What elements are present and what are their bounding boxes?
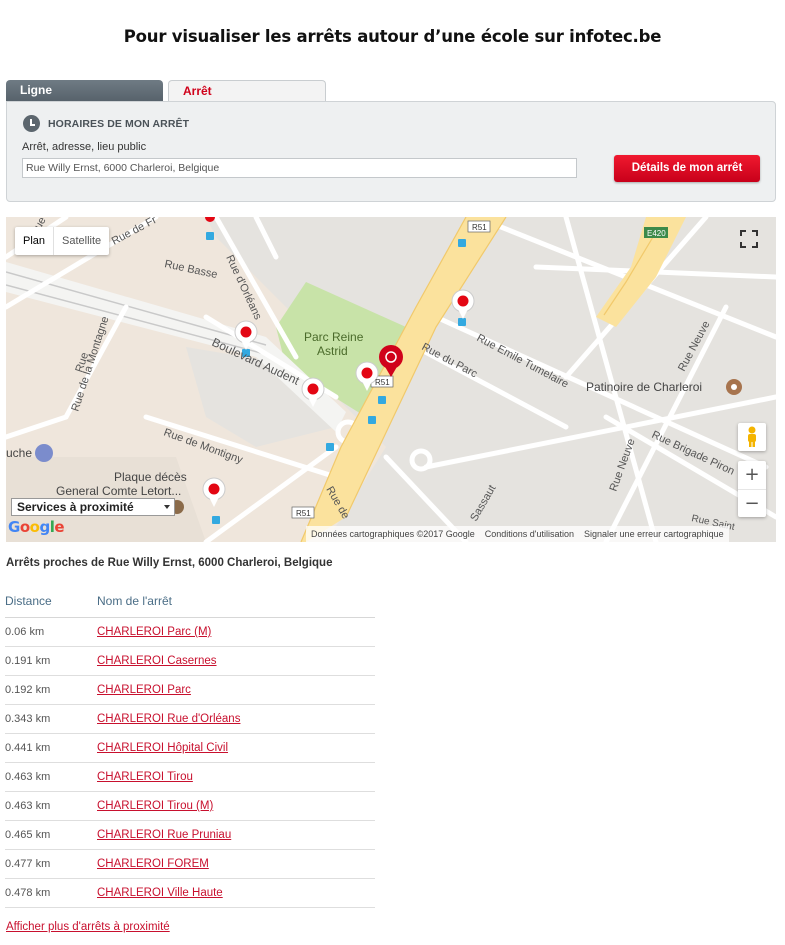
stop-distance: 0.465 km: [5, 829, 51, 841]
road-shield-label: R51: [296, 509, 311, 518]
stop-distance: 0.192 km: [5, 684, 51, 696]
stop-details-button[interactable]: Détails de mon arrêt: [614, 155, 760, 182]
zoom-control: + −: [738, 461, 766, 517]
stop-distance: 0.463 km: [5, 800, 51, 812]
distance-column-header: Distance: [5, 594, 52, 608]
map-label: uche: [6, 446, 32, 460]
nearby-stops-table: Distance Nom de l'arrêt 0.06 km CHARLEROI…: [5, 588, 375, 908]
stop-link[interactable]: CHARLEROI Tirou: [97, 771, 193, 783]
clock-icon: [23, 115, 40, 132]
map-type-control: Plan Satellite: [15, 227, 110, 255]
show-more-stops-link[interactable]: Afficher plus d'arrêts à proximité: [6, 921, 170, 933]
stop-distance: 0.477 km: [5, 858, 51, 870]
table-row: 0.477 km CHARLEROI FOREM: [5, 850, 375, 879]
fullscreen-icon: [740, 230, 758, 248]
page-headline: Pour visualiser les arrêts autour d’une …: [123, 27, 662, 46]
table-row: 0.441 km CHARLEROI Hôpital Civil: [5, 734, 375, 763]
road-shield-label: E420: [647, 229, 666, 238]
stop-link[interactable]: CHARLEROI Ville Haute: [97, 887, 223, 899]
stop-distance: 0.06 km: [5, 626, 45, 638]
road-shield-label: R51: [472, 223, 487, 232]
stop-field-label: Arrêt, adresse, lieu public: [22, 141, 147, 153]
map-label: Rue Emile Tumelaire: [475, 332, 571, 391]
table-row: 0.465 km CHARLEROI Rue Pruniau: [5, 821, 375, 850]
table-header: Distance Nom de l'arrêt: [5, 588, 375, 618]
map-label: Patinoire de Charleroi: [586, 380, 702, 394]
street-view-pegman-button[interactable]: [738, 423, 766, 451]
stop-search-panel: HORAIRES DE MON ARRÊT Arrêt, adresse, li…: [6, 101, 776, 202]
map-label: General Comte Letort...: [56, 484, 181, 498]
stop-link[interactable]: CHARLEROI Hôpital Civil: [97, 742, 228, 754]
panel-title: HORAIRES DE MON ARRÊT: [48, 118, 190, 130]
map-label: Sassaut: [468, 483, 498, 523]
services-dropdown-value: Services à proximité: [17, 500, 134, 514]
table-row: 0.06 km CHARLEROI Parc (M): [5, 618, 375, 647]
map-view[interactable]: Parc Reine Astrid Patinoire de Charleroi…: [6, 217, 776, 542]
stop-link[interactable]: CHARLEROI Parc (M): [97, 626, 211, 638]
zoom-in-button[interactable]: +: [738, 461, 766, 490]
tab-arret[interactable]: Arrêt: [168, 80, 326, 103]
map-label: Rue du Parc: [420, 341, 480, 381]
stop-distance: 0.478 km: [5, 887, 51, 899]
stop-link[interactable]: CHARLEROI Casernes: [97, 655, 217, 667]
report-error-link[interactable]: Signaler une erreur cartographique: [579, 526, 729, 542]
tab-ligne[interactable]: Ligne: [6, 80, 163, 102]
google-logo: Google: [8, 518, 65, 536]
table-row: 0.478 km CHARLEROI Ville Haute: [5, 879, 375, 908]
table-row: 0.343 km CHARLEROI Rue d'Orléans: [5, 705, 375, 734]
stop-link[interactable]: CHARLEROI FOREM: [97, 858, 209, 870]
table-row: 0.463 km CHARLEROI Tirou (M): [5, 792, 375, 821]
stop-search-input[interactable]: [22, 158, 577, 178]
map-canvas[interactable]: Parc Reine Astrid Patinoire de Charleroi…: [6, 217, 776, 542]
stop-distance: 0.191 km: [5, 655, 51, 667]
map-type-plan-button[interactable]: Plan: [15, 227, 55, 255]
name-column-header: Nom de l'arrêt: [97, 594, 172, 608]
map-label: Astrid: [317, 344, 348, 358]
stop-link[interactable]: CHARLEROI Rue Pruniau: [97, 829, 231, 841]
chevron-down-icon: [164, 505, 170, 509]
map-type-satellite-button[interactable]: Satellite: [54, 227, 109, 255]
stop-distance: 0.463 km: [5, 771, 51, 783]
map-attribution: Données cartographiques ©2017 Google Con…: [306, 526, 729, 542]
nearby-stops-title: Arrêts proches de Rue Willy Ernst, 6000 …: [6, 557, 333, 569]
map-label: Plaque décès: [114, 470, 187, 484]
map-data-credit: Données cartographiques ©2017 Google: [311, 529, 475, 539]
fullscreen-button[interactable]: [735, 225, 763, 253]
stop-distance: 0.343 km: [5, 713, 51, 725]
road-shield-label: R51: [375, 378, 390, 387]
stop-link[interactable]: CHARLEROI Parc: [97, 684, 191, 696]
table-row: 0.463 km CHARLEROI Tirou: [5, 763, 375, 792]
terms-link[interactable]: Conditions d'utilisation: [480, 526, 579, 542]
zoom-out-button[interactable]: −: [738, 490, 766, 518]
map-label: Parc Reine: [304, 330, 364, 344]
stop-distance: 0.441 km: [5, 742, 51, 754]
stop-link[interactable]: CHARLEROI Rue d'Orléans: [97, 713, 240, 725]
table-row: 0.192 km CHARLEROI Parc: [5, 676, 375, 705]
pegman-icon: [748, 426, 756, 447]
table-row: 0.191 km CHARLEROI Casernes: [5, 647, 375, 676]
services-dropdown[interactable]: Services à proximité: [11, 498, 175, 516]
stop-link[interactable]: CHARLEROI Tirou (M): [97, 800, 213, 812]
